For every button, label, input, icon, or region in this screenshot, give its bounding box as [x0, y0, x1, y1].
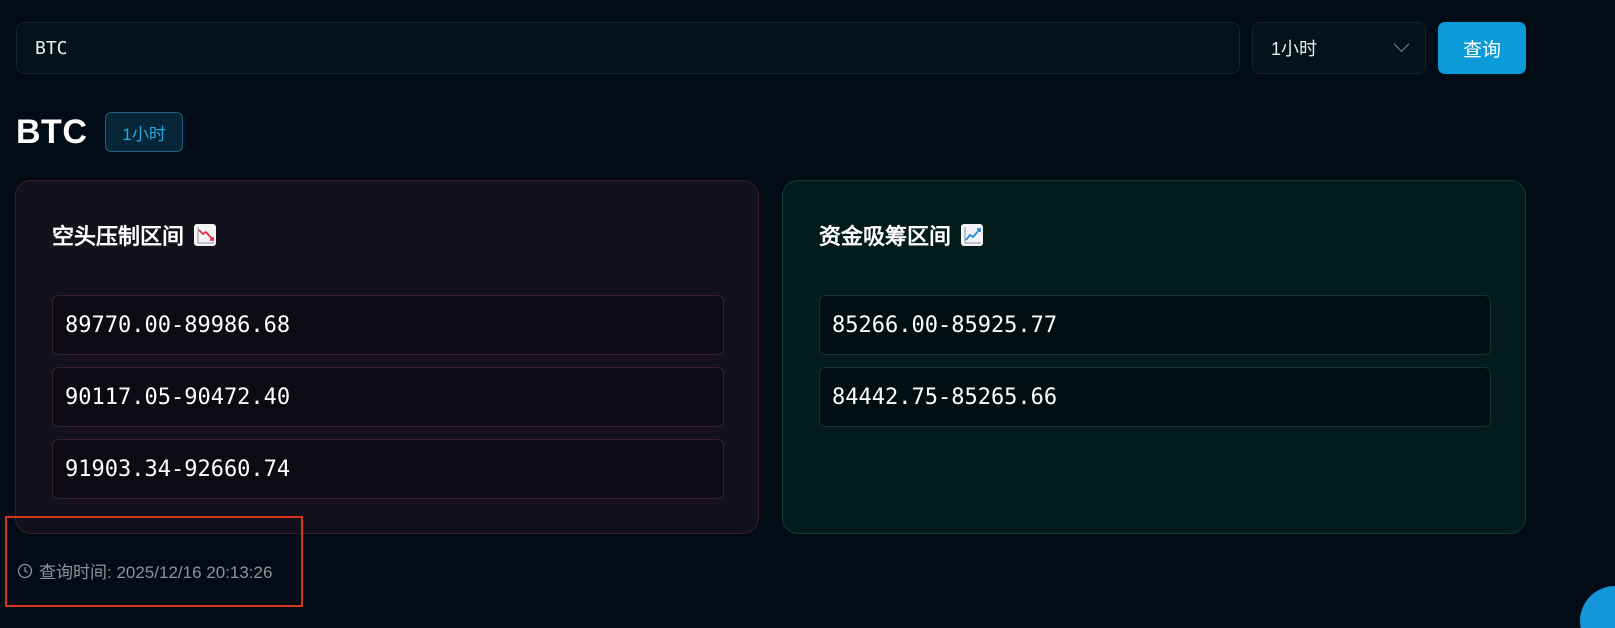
short-pressure-range-list: 89770.00-89986.68 90117.05-90472.40 9190… [52, 295, 724, 511]
floating-action-button[interactable] [1580, 586, 1615, 628]
page: 1小时 查询 BTC 1小时 空头压制区间 89770.00-89986.68 … [0, 0, 1615, 628]
accumulation-range: 85266.00-85925.77 [819, 295, 1491, 355]
highlight-annotation-box [5, 516, 303, 607]
short-pressure-range: 89770.00-89986.68 [52, 295, 724, 355]
short-pressure-card-title: 空头压制区间 [52, 219, 217, 251]
short-pressure-range: 90117.05-90472.40 [52, 367, 724, 427]
chart-decreasing-icon [194, 224, 217, 246]
accumulation-range-list: 85266.00-85925.77 84442.75-85265.66 [819, 295, 1491, 439]
accumulation-title-text: 资金吸筹区间 [819, 224, 952, 249]
symbol-title: BTC [16, 112, 88, 151]
query-bar: 1小时 查询 [16, 22, 1526, 74]
accumulation-card: 资金吸筹区间 85266.00-85925.77 84442.75-85265.… [782, 180, 1526, 534]
symbol-input[interactable] [16, 22, 1240, 74]
short-pressure-title-text: 空头压制区间 [52, 224, 185, 249]
query-button[interactable]: 查询 [1438, 22, 1526, 74]
chevron-down-icon [1393, 35, 1410, 52]
interval-select[interactable]: 1小时 [1252, 22, 1426, 74]
interval-badge: 1小时 [105, 112, 183, 152]
result-heading: BTC 1小时 [16, 112, 183, 152]
chart-increasing-icon [961, 224, 984, 246]
interval-select-value: 1小时 [1271, 39, 1318, 59]
short-pressure-range: 91903.34-92660.74 [52, 439, 724, 499]
accumulation-card-title: 资金吸筹区间 [819, 219, 984, 251]
short-pressure-card: 空头压制区间 89770.00-89986.68 90117.05-90472.… [15, 180, 759, 534]
accumulation-range: 84442.75-85265.66 [819, 367, 1491, 427]
